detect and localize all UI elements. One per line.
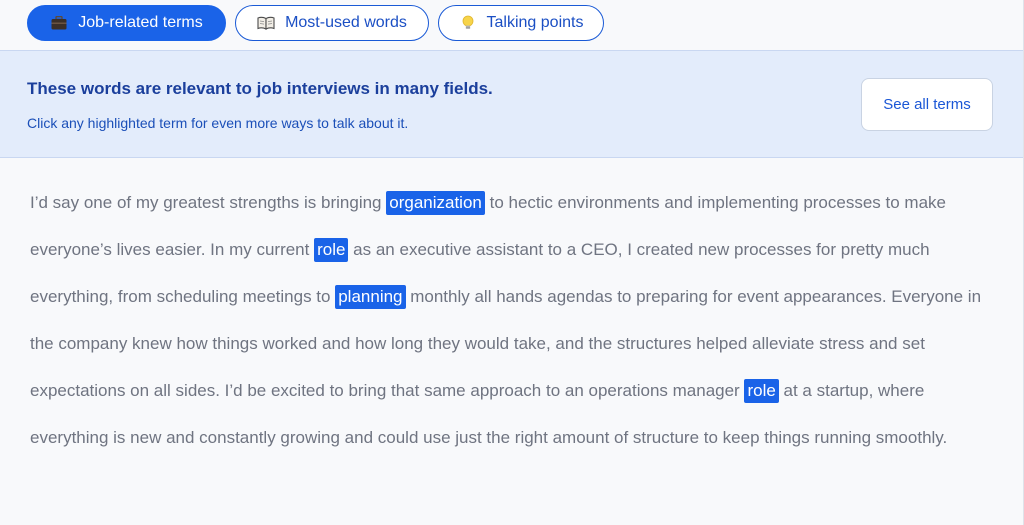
tab-most-used-words[interactable]: Most-used words xyxy=(235,5,429,41)
sample-answer-text: I’d say one of my greatest strengths is … xyxy=(30,179,1005,461)
answer-text-segment: I’d say one of my greatest strengths is … xyxy=(30,193,387,212)
tab-label: Job-related terms xyxy=(78,14,203,31)
highlighted-term[interactable]: role xyxy=(744,379,779,403)
banner-title: These words are relevant to job intervie… xyxy=(27,79,493,98)
highlighted-term[interactable]: organization xyxy=(386,191,485,215)
banner-subtitle: Click any highlighted term for even more… xyxy=(27,115,409,131)
page: Job-related terms Most-used words Talkin… xyxy=(0,0,1024,525)
highlighted-term[interactable]: planning xyxy=(335,285,406,309)
tab-bar: Job-related terms Most-used words Talkin… xyxy=(27,5,604,41)
see-all-terms-button[interactable]: See all terms xyxy=(861,78,993,131)
lightbulb-icon xyxy=(459,14,477,32)
briefcase-icon xyxy=(50,14,68,32)
tab-job-related-terms[interactable]: Job-related terms xyxy=(27,5,226,41)
book-icon xyxy=(257,14,275,32)
tab-label: Talking points xyxy=(486,14,584,31)
tab-label: Most-used words xyxy=(285,14,407,31)
tab-talking-points[interactable]: Talking points xyxy=(438,5,604,41)
info-banner: These words are relevant to job intervie… xyxy=(0,50,1023,158)
highlighted-term[interactable]: role xyxy=(314,238,349,262)
